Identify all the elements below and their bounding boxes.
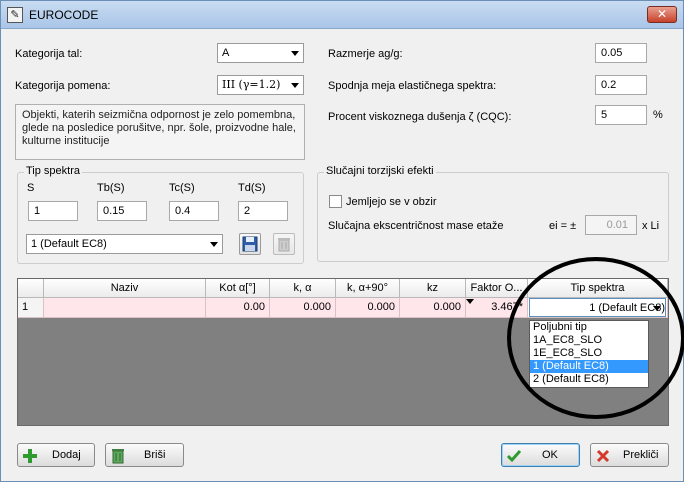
col-header-tip-spektra[interactable]: Tip spektra <box>528 279 668 298</box>
td-input[interactable]: 2 <box>238 201 288 221</box>
preklici-label: Prekliči <box>623 449 659 461</box>
ei-unit: x Li <box>642 220 660 232</box>
col-header-faktor[interactable]: Faktor O... <box>466 279 528 298</box>
dropdown-option[interactable]: 2 (Default EC8) <box>530 373 648 386</box>
jemljejo-label: Jemljejo se v obzir <box>346 196 437 208</box>
razmerje-input[interactable]: 0.05 <box>595 43 647 63</box>
window-title: EUROCODE <box>29 8 99 22</box>
close-button[interactable]: ✕ <box>647 6 677 23</box>
kategorija-description: Objekti, katerih seizmična odpornost je … <box>15 104 305 160</box>
col-header-k-alpha[interactable]: k, α <box>270 279 336 298</box>
kategorija-pomena-value: III (γ=1.2) <box>222 78 281 91</box>
dropdown-option[interactable]: 1A_EC8_SLO <box>530 334 648 347</box>
eurocode-window: ✎ EUROCODE ✕ Kategorija tal: A Kategorij… <box>0 0 684 482</box>
chevron-down-icon <box>291 51 299 56</box>
row-tip-spektra-select[interactable]: 1 (Default EC8) <box>529 298 666 317</box>
torzija-title: Slučajni torzijski efekti <box>324 165 436 177</box>
dodaj-button[interactable]: Dodaj <box>17 443 95 467</box>
cell-tip-spektra[interactable]: 1 (Default EC8) <box>528 298 668 318</box>
jemljejo-checkbox[interactable] <box>329 195 342 208</box>
col-header-kot[interactable]: Kot α[°] <box>206 279 270 298</box>
ok-label: OK <box>542 449 558 461</box>
row-number: 1 <box>18 298 44 318</box>
spodnja-meja-label: Spodnja meja elastičnega spektra: <box>328 80 497 92</box>
floppy-disk-icon <box>242 236 258 252</box>
kategorija-pomena-label: Kategorija pomena: <box>15 80 111 92</box>
sort-marker-icon <box>466 299 474 304</box>
chevron-down-icon <box>291 83 299 88</box>
tip-spektra-title: Tip spektra <box>24 165 83 177</box>
cancel-x-icon <box>596 449 610 463</box>
plus-icon <box>23 449 37 463</box>
tip-spektra-dropdown-list: Poljubni tip 1A_EC8_SLO 1E_EC8_SLO 1 (De… <box>529 320 649 388</box>
app-icon: ✎ <box>7 7 23 23</box>
kategorija-pomena-select[interactable]: III (γ=1.2) <box>217 75 304 95</box>
tc-input[interactable]: 0.4 <box>169 201 219 221</box>
tb-input[interactable]: 0.15 <box>97 201 147 221</box>
dropdown-option[interactable]: Poljubni tip <box>530 321 648 334</box>
trash-icon <box>278 238 290 252</box>
col-header-kz[interactable]: kz <box>400 279 466 298</box>
dropdown-option-selected[interactable]: 1 (Default EC8) <box>530 360 648 373</box>
kategorija-tal-select[interactable]: A <box>217 43 304 63</box>
tip-spektra-select[interactable]: 1 (Default EC8) <box>26 234 223 254</box>
title-bar: ✎ EUROCODE ✕ <box>1 1 683 29</box>
cell-naziv[interactable] <box>44 298 206 318</box>
brisi-label: Briši <box>144 449 166 461</box>
header-td: Td(S) <box>238 182 266 194</box>
dusenje-unit: % <box>653 109 663 121</box>
chevron-down-icon <box>210 242 218 247</box>
dusenje-label: Procent viskoznega dušenja ζ (CQC): <box>328 111 512 123</box>
header-s: S <box>27 182 35 194</box>
tip-spektra-value: 1 (Default EC8) <box>31 238 107 250</box>
s-input[interactable]: 1 <box>28 201 78 221</box>
delete-spectrum-button[interactable] <box>273 233 295 255</box>
cell-kot[interactable]: 0.00 <box>206 298 270 318</box>
header-tc: Tc(S) <box>169 182 195 194</box>
save-spectrum-button[interactable] <box>239 233 261 255</box>
checkmark-icon <box>506 450 522 463</box>
cell-faktor[interactable]: 3.467* <box>466 298 528 318</box>
cell-k-alpha[interactable]: 0.000 <box>270 298 336 318</box>
col-header-k-alpha90[interactable]: k, α+90° <box>336 279 400 298</box>
preklici-button[interactable]: Prekliči <box>590 443 669 467</box>
chevron-down-icon <box>653 306 661 311</box>
ok-button[interactable]: OK <box>501 443 580 467</box>
razmerje-label: Razmerje ag/g: <box>328 48 403 60</box>
kategorija-tal-label: Kategorija tal: <box>15 48 83 60</box>
cell-k-alpha90[interactable]: 0.000 <box>336 298 400 318</box>
header-tb: Tb(S) <box>97 182 125 194</box>
dodaj-label: Dodaj <box>52 449 81 461</box>
spodnja-meja-input[interactable]: 0.2 <box>595 75 647 95</box>
eccentricity-label: Slučajna ekscentričnost mase etaže <box>328 220 504 232</box>
brisi-button[interactable]: Briši <box>105 443 184 467</box>
table-header: Naziv Kot α[°] k, α k, α+90° kz Faktor O… <box>18 279 668 298</box>
trash-icon <box>112 449 124 464</box>
cell-kz[interactable]: 0.000 <box>400 298 466 318</box>
kategorija-tal-value: A <box>222 47 230 59</box>
ei-label: ei = ± <box>549 220 577 232</box>
col-header-naziv[interactable]: Naziv <box>44 279 206 298</box>
dusenje-input[interactable]: 5 <box>595 105 647 125</box>
dropdown-option[interactable]: 1E_EC8_SLO <box>530 347 648 360</box>
ei-input[interactable]: 0.01 <box>585 215 637 235</box>
col-header-index[interactable] <box>18 279 44 298</box>
